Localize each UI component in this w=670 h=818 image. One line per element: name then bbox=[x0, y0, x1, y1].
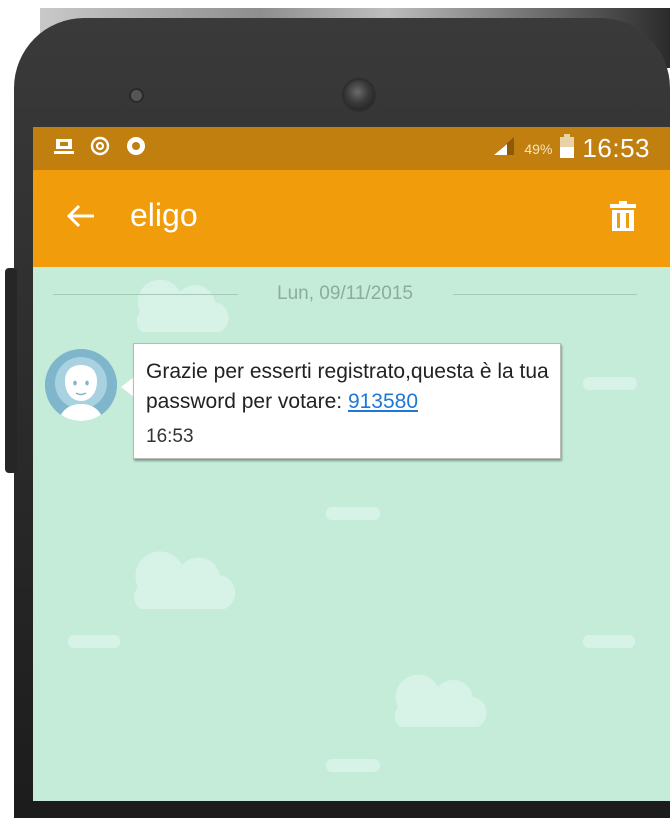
circle-notification-icon bbox=[125, 135, 147, 157]
trash-icon bbox=[610, 200, 636, 236]
message-time: 16:53 bbox=[146, 426, 194, 447]
status-right-group: 49% 16:53 bbox=[492, 133, 650, 164]
chat-area[interactable]: Lun, 09/11/2015 Grazie per esserti regis… bbox=[33, 267, 670, 801]
date-divider-left bbox=[53, 294, 238, 295]
status-bar: 49% 16:53 bbox=[33, 127, 670, 170]
person-avatar-icon bbox=[45, 349, 117, 421]
status-time: 16:53 bbox=[582, 133, 650, 163]
back-button[interactable] bbox=[63, 200, 99, 236]
sync-icon bbox=[89, 135, 111, 157]
message-text: Grazie per esserti registrato,questa è l… bbox=[146, 357, 551, 417]
app-bar: eligo bbox=[33, 170, 670, 267]
proximity-sensor bbox=[129, 88, 144, 103]
arrow-left-icon bbox=[66, 204, 96, 233]
avatar[interactable] bbox=[45, 349, 117, 421]
delete-button[interactable] bbox=[606, 200, 640, 236]
message-bubble[interactable]: Grazie per esserti registrato,questa è l… bbox=[133, 343, 561, 459]
briefcase-notification-icon bbox=[53, 135, 75, 157]
phone-side-button bbox=[5, 268, 17, 473]
date-separator: Lun, 09/11/2015 bbox=[277, 283, 413, 304]
battery-icon bbox=[560, 134, 575, 163]
conversation-title: eligo bbox=[130, 197, 198, 233]
date-divider-right bbox=[453, 294, 637, 295]
battery-percent: 49% bbox=[524, 140, 553, 157]
front-camera bbox=[342, 78, 376, 112]
phone-screen: 49% 16:53 eligo Lun, 09/11/2015 Grazie p… bbox=[33, 127, 670, 801]
password-link[interactable]: 913580 bbox=[348, 390, 418, 413]
status-notification-icons bbox=[53, 135, 147, 157]
signal-icon bbox=[492, 136, 516, 161]
